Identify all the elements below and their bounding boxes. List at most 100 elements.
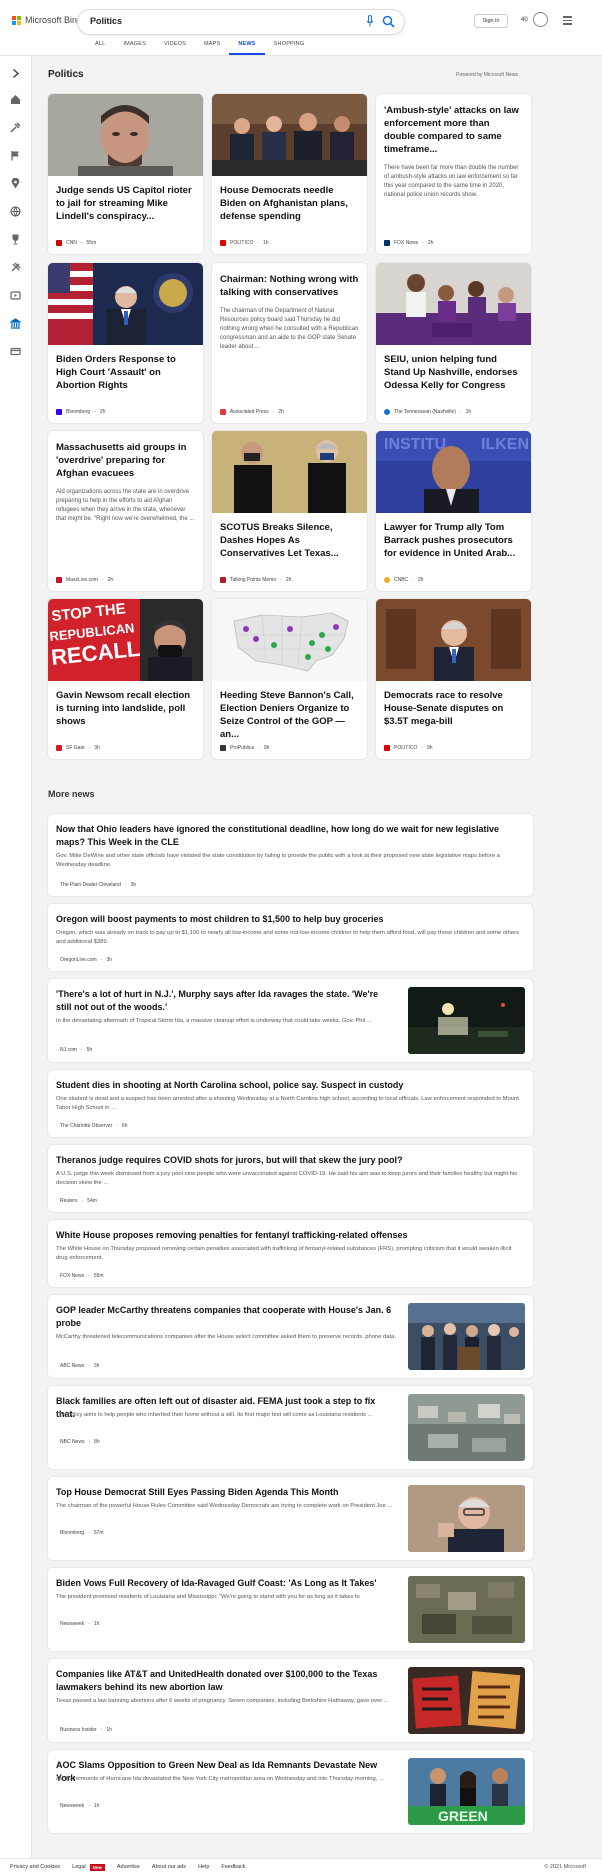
- news-card[interactable]: SCOTUS Breaks Silence, Dashes Hopes As C…: [212, 431, 367, 591]
- news-list-item[interactable]: Top House Democrat Still Eyes Passing Bi…: [48, 1477, 533, 1560]
- news-card[interactable]: INSTITU ILKEN Lawyer for Trump ally Tom B…: [376, 431, 531, 591]
- tab-videos[interactable]: VIDEOS: [155, 39, 195, 55]
- card-title[interactable]: Gavin Newsom recall election is turning …: [48, 681, 203, 728]
- home-icon[interactable]: [10, 94, 21, 105]
- news-card[interactable]: SEIU, union helping fund Stand Up Nashvi…: [376, 263, 531, 423]
- item-source[interactable]: Newsweek · 1h: [56, 1803, 99, 1809]
- card-source[interactable]: Associated Press · 2h: [220, 409, 284, 415]
- item-title[interactable]: Theranos judge requires COVID shots for …: [56, 1154, 521, 1167]
- card-title[interactable]: SCOTUS Breaks Silence, Dashes Hopes As C…: [212, 513, 367, 560]
- news-card[interactable]: Heeding Steve Bannon's Call, Election De…: [212, 599, 367, 759]
- item-source[interactable]: The Plain Dealer Cleveland · 3h: [56, 882, 136, 888]
- rewards-points[interactable]: 40: [521, 17, 528, 23]
- card-source[interactable]: POLITICO · 9h: [384, 745, 433, 751]
- item-source[interactable]: NJ.com · 5h: [56, 1047, 92, 1053]
- news-list-item[interactable]: Black families are often left out of dis…: [48, 1386, 533, 1469]
- item-source[interactable]: FOX News · 55m: [56, 1273, 104, 1279]
- sign-in-button[interactable]: Sign in: [474, 14, 508, 28]
- item-source[interactable]: Reuters · 54m: [56, 1198, 97, 1204]
- tab-shopping[interactable]: SHOPPING: [265, 39, 314, 55]
- card-title[interactable]: Chairman: Nothing wrong with talking wit…: [212, 263, 367, 299]
- tab-news[interactable]: NEWS: [229, 39, 265, 55]
- item-title[interactable]: Oregon will boost payments to most child…: [56, 913, 521, 926]
- item-source[interactable]: Newsweek · 1h: [56, 1621, 99, 1627]
- item-title[interactable]: GOP leader McCarthy threatens companies …: [56, 1304, 396, 1330]
- footer-link-advertise[interactable]: Advertise: [117, 1864, 140, 1871]
- news-list-item[interactable]: AOC Slams Opposition to Green New Deal a…: [48, 1750, 533, 1833]
- card-source[interactable]: ProPublica · 9h: [220, 745, 269, 751]
- tools-icon[interactable]: [10, 122, 21, 133]
- card-source[interactable]: FOX News · 2h: [384, 240, 433, 246]
- rewards-icon[interactable]: [533, 12, 548, 27]
- news-card[interactable]: 'Ambush-style' attacks on law enforcemen…: [376, 94, 531, 254]
- item-title[interactable]: Top House Democrat Still Eyes Passing Bi…: [56, 1486, 396, 1499]
- item-source[interactable]: Business Insider · 1h: [56, 1727, 112, 1733]
- money-icon[interactable]: [10, 346, 21, 357]
- footer-link-help[interactable]: Help: [198, 1864, 209, 1871]
- tab-images[interactable]: IMAGES: [114, 39, 155, 55]
- news-card[interactable]: Massachusetts aid groups in 'overdrive' …: [48, 431, 203, 591]
- footer-link-about-ads[interactable]: About our ads: [152, 1864, 186, 1871]
- news-list-item[interactable]: 'There's a lot of hurt in N.J.', Murphy …: [48, 979, 533, 1062]
- globe-icon[interactable]: [10, 206, 21, 217]
- expand-icon[interactable]: [10, 68, 21, 79]
- news-card[interactable]: Democrats race to resolve House-Senate d…: [376, 599, 531, 759]
- item-title[interactable]: Companies like AT&T and UnitedHealth don…: [56, 1668, 396, 1694]
- card-source[interactable]: MassLive.com · 2h: [56, 577, 113, 583]
- card-title[interactable]: Lawyer for Trump ally Tom Barrack pushes…: [376, 513, 531, 560]
- search-box[interactable]: Politics: [78, 10, 404, 34]
- news-list-item[interactable]: Oregon will boost payments to most child…: [48, 904, 533, 971]
- news-list-item[interactable]: Student dies in shooting at North Caroli…: [48, 1070, 533, 1137]
- card-source[interactable]: CNN · 55m: [56, 240, 96, 246]
- microphone-icon[interactable]: [366, 15, 374, 27]
- card-source[interactable]: Talking Points Memo · 2h: [220, 577, 291, 583]
- news-list-item[interactable]: Biden Vows Full Recovery of Ida-Ravaged …: [48, 1568, 533, 1651]
- news-list-item[interactable]: Now that Ohio leaders have ignored the c…: [48, 814, 533, 896]
- item-source[interactable]: The Charlotte Observer · 6h: [56, 1123, 127, 1129]
- tab-maps[interactable]: MAPS: [195, 39, 229, 55]
- item-title[interactable]: Biden Vows Full Recovery of Ida-Ravaged …: [56, 1577, 396, 1590]
- news-list-item[interactable]: Companies like AT&T and UnitedHealth don…: [48, 1659, 533, 1742]
- item-title[interactable]: Now that Ohio leaders have ignored the c…: [56, 823, 521, 849]
- card-title[interactable]: Judge sends US Capitol rioter to jail fo…: [48, 176, 203, 223]
- science-icon[interactable]: [10, 262, 21, 273]
- card-title[interactable]: Heeding Steve Bannon's Call, Election De…: [212, 681, 367, 741]
- powered-by[interactable]: Powered by Microsoft News: [456, 72, 518, 78]
- bing-logo[interactable]: Microsoft Bing: [12, 15, 82, 25]
- card-title[interactable]: Massachusetts aid groups in 'overdrive' …: [48, 431, 203, 480]
- news-card[interactable]: STOP THE REPUBLICAN RECALL Gavin Newsom re…: [48, 599, 203, 759]
- news-card[interactable]: Biden Orders Response to High Court 'Ass…: [48, 263, 203, 423]
- entertainment-icon[interactable]: [10, 290, 21, 301]
- item-source[interactable]: NBC News · 8h: [56, 1439, 100, 1445]
- news-list-item[interactable]: White House proposes removing penalties …: [48, 1220, 533, 1287]
- card-source[interactable]: CNBC · 2h: [384, 577, 423, 583]
- news-card[interactable]: Chairman: Nothing wrong with talking wit…: [212, 263, 367, 423]
- card-title[interactable]: House Democrats needle Biden on Afghanis…: [212, 176, 367, 223]
- search-input[interactable]: Politics: [90, 16, 122, 26]
- item-source[interactable]: ABC News · 3h: [56, 1363, 99, 1369]
- item-title[interactable]: 'There's a lot of hurt in N.J.', Murphy …: [56, 988, 396, 1014]
- card-source[interactable]: POLITICO · 1h: [220, 240, 269, 246]
- news-list-item[interactable]: Theranos judge requires COVID shots for …: [48, 1145, 533, 1212]
- card-source[interactable]: SF Gate · 3h: [56, 745, 100, 751]
- item-title[interactable]: White House proposes removing penalties …: [56, 1229, 521, 1242]
- news-card[interactable]: Judge sends US Capitol rioter to jail fo…: [48, 94, 203, 254]
- hamburger-menu-icon[interactable]: [563, 16, 572, 27]
- card-title[interactable]: Democrats race to resolve House-Senate d…: [376, 681, 531, 728]
- card-title[interactable]: SEIU, union helping fund Stand Up Nashvi…: [376, 345, 531, 392]
- footer-link-legal[interactable]: Legal: [72, 1864, 85, 1871]
- search-icon[interactable]: [382, 15, 395, 28]
- item-source[interactable]: Bloomberg · 57m: [56, 1530, 104, 1536]
- card-source[interactable]: Bloomberg · 2h: [56, 409, 105, 415]
- trophy-icon[interactable]: [10, 234, 21, 245]
- news-card[interactable]: House Democrats needle Biden on Afghanis…: [212, 94, 367, 254]
- card-title[interactable]: Biden Orders Response to High Court 'Ass…: [48, 345, 203, 392]
- footer-link-feedback[interactable]: Feedback: [221, 1864, 245, 1871]
- politics-icon[interactable]: [10, 318, 21, 329]
- flag-icon[interactable]: [10, 150, 21, 161]
- location-icon[interactable]: [10, 178, 21, 189]
- item-title[interactable]: Student dies in shooting at North Caroli…: [56, 1079, 521, 1092]
- item-source[interactable]: OregonLive.com · 3h: [56, 957, 112, 963]
- card-title[interactable]: 'Ambush-style' attacks on law enforcemen…: [376, 94, 531, 156]
- news-list-item[interactable]: GOP leader McCarthy threatens companies …: [48, 1295, 533, 1378]
